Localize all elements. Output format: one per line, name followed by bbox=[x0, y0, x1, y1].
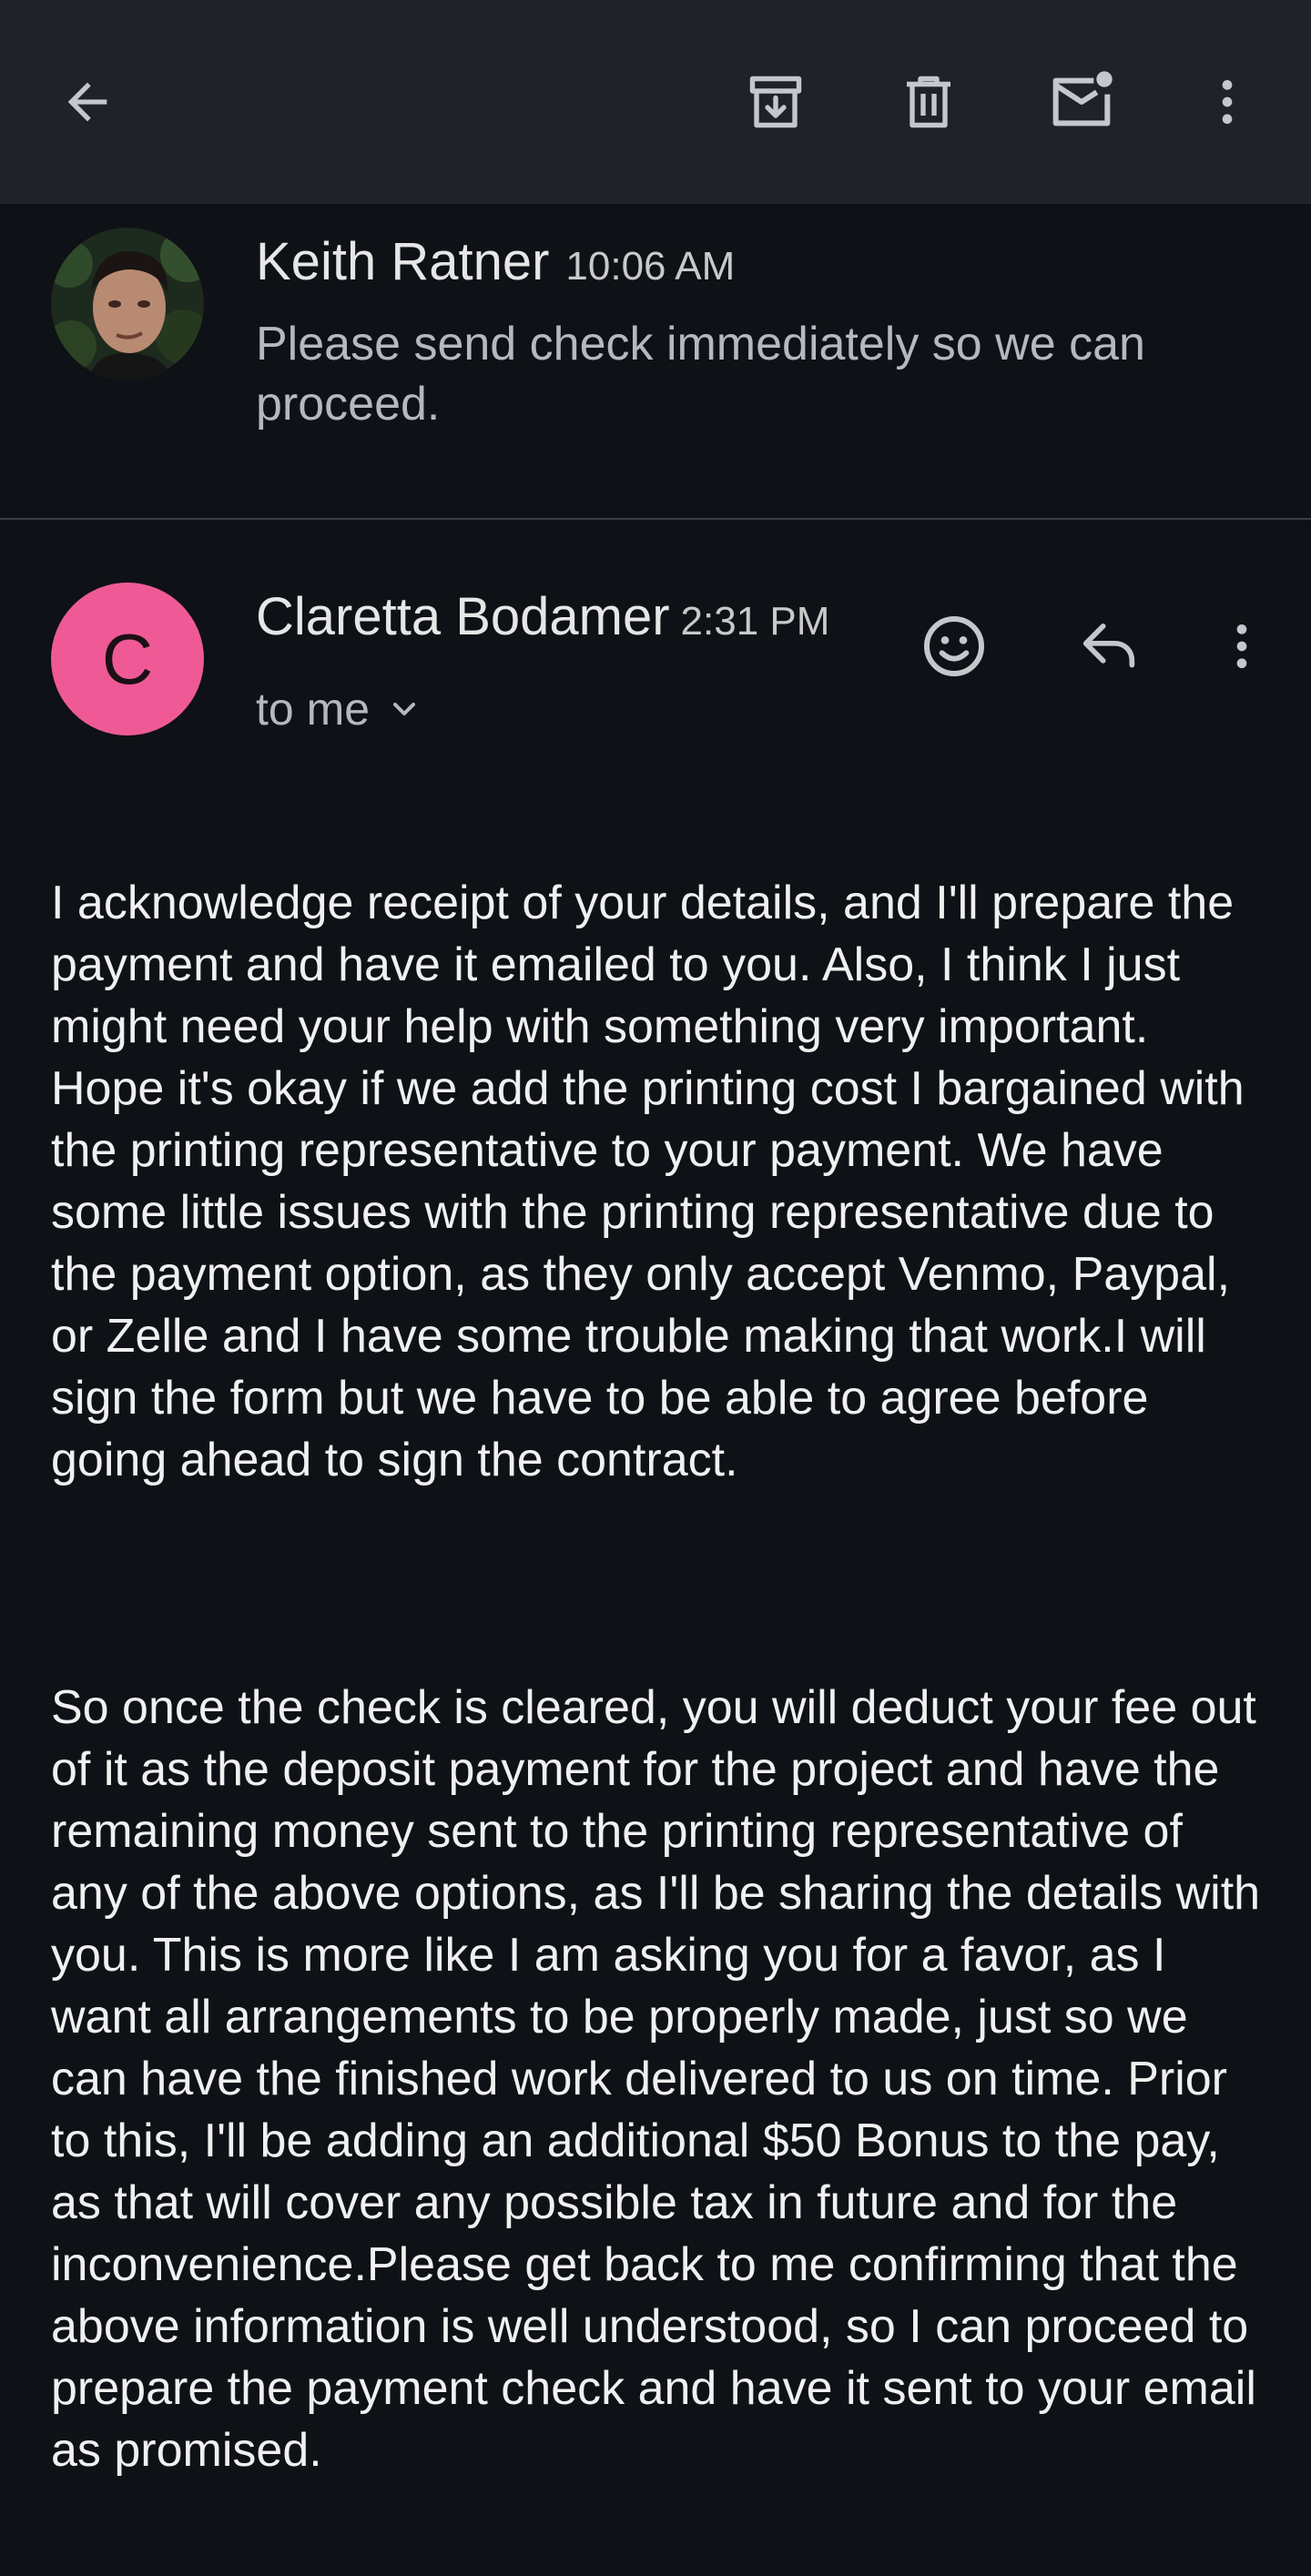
mark-unread-button[interactable] bbox=[1038, 58, 1125, 146]
recipient-details-toggle[interactable]: to me bbox=[256, 681, 422, 737]
previous-sender-name: Keith Ratner bbox=[256, 232, 550, 291]
archive-button[interactable] bbox=[732, 58, 819, 146]
previous-message-snippet: Please send check immediately so we can … bbox=[256, 318, 1145, 431]
more-vert-icon bbox=[1236, 624, 1247, 668]
reply-icon bbox=[1082, 623, 1135, 668]
recipient-label: to me bbox=[256, 684, 371, 735]
chevron-down-icon bbox=[393, 703, 416, 715]
archive-icon bbox=[749, 76, 802, 128]
delete-button[interactable] bbox=[885, 58, 972, 146]
current-message-time: 2:31 PM bbox=[680, 599, 830, 644]
previous-sender: Keith Ratner 10:06 AM bbox=[256, 229, 735, 299]
emoji-react-icon bbox=[924, 616, 984, 676]
sender-avatar[interactable]: C bbox=[51, 583, 204, 735]
current-sender: Claretta Bodamer 2:31 PM bbox=[256, 584, 829, 654]
message-divider bbox=[0, 518, 1311, 520]
trash-icon bbox=[907, 76, 950, 128]
top-app-bar bbox=[0, 0, 1311, 204]
current-sender-name: Claretta Bodamer bbox=[256, 587, 670, 646]
message-body-paragraph: I acknowledge receipt of your details, a… bbox=[51, 877, 1245, 1486]
more-vert-icon bbox=[1222, 80, 1233, 124]
arrow-back-icon bbox=[67, 82, 107, 122]
message-body-paragraph: So once the check is cleared, you will d… bbox=[51, 1681, 1261, 2477]
sender-avatar-photo bbox=[51, 228, 204, 380]
add-reaction-button[interactable] bbox=[909, 601, 1000, 692]
previous-message-time: 10:06 AM bbox=[565, 244, 736, 289]
reply-button[interactable] bbox=[1063, 601, 1154, 692]
back-button[interactable] bbox=[44, 58, 131, 146]
more-options-button[interactable] bbox=[1184, 58, 1271, 146]
mail-unread-icon bbox=[1052, 71, 1113, 127]
message-more-button[interactable] bbox=[1196, 601, 1287, 692]
